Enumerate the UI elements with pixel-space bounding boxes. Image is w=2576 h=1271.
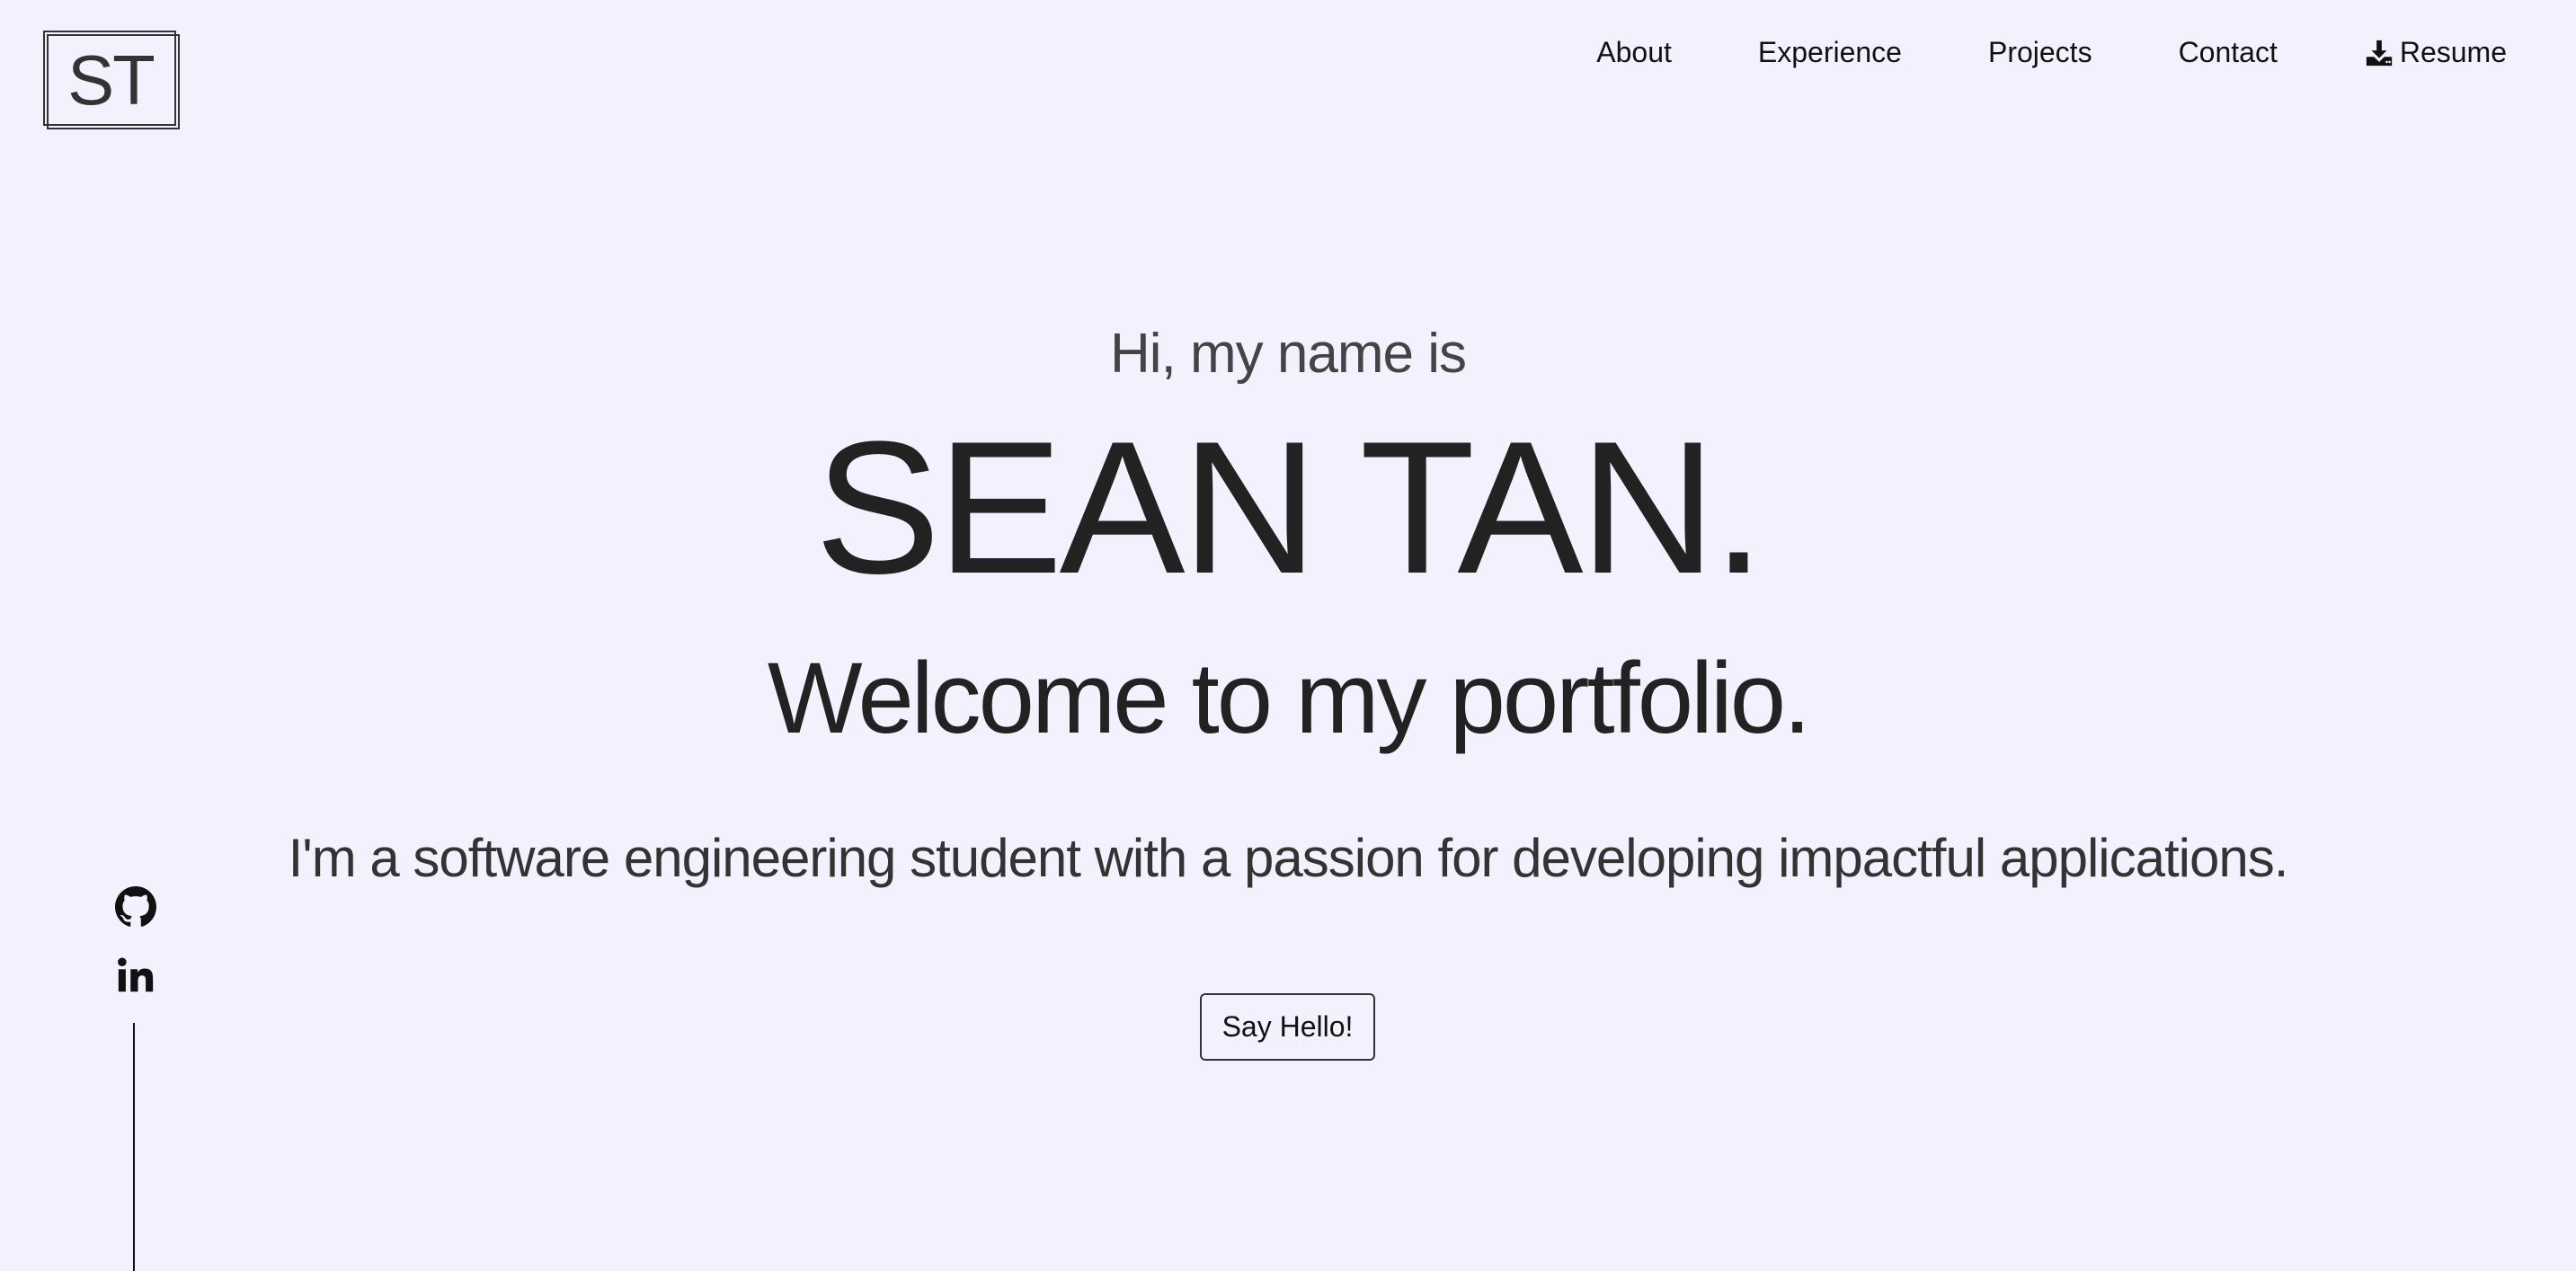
nav-contact[interactable]: Contact — [2179, 36, 2278, 69]
nav-about-label: About — [1596, 36, 1672, 68]
nav-resume[interactable]: Resume — [2364, 36, 2507, 69]
nav-experience-label: Experience — [1757, 36, 1902, 68]
nav-resume-label: Resume — [2399, 36, 2507, 68]
social-links — [115, 886, 156, 1023]
github-icon[interactable] — [115, 886, 156, 928]
download-icon — [2366, 40, 2393, 66]
nav-experience[interactable]: Experience — [1758, 36, 1902, 69]
greeting: Hi, my name is — [1110, 323, 1467, 385]
logo[interactable]: ST — [43, 31, 180, 129]
nav-contact-label: Contact — [2178, 36, 2278, 68]
hero-name: SEAN TAN. — [814, 402, 1764, 613]
say-hello-button[interactable]: Say Hello! — [1200, 993, 1375, 1061]
welcome-heading: Welcome to my portfolio. — [767, 642, 1811, 754]
nav-projects[interactable]: Projects — [1988, 36, 2092, 69]
nav-projects-label: Projects — [1987, 36, 2092, 68]
linkedin-icon[interactable] — [115, 955, 156, 996]
nav-about[interactable]: About — [1596, 36, 1672, 69]
tagline: I'm a software engineering student with … — [288, 828, 2289, 888]
logo-text: ST — [67, 40, 155, 120]
top-nav: About Experience Projects Contact Resume — [1596, 36, 2507, 69]
social-divider-line — [133, 1023, 135, 1271]
